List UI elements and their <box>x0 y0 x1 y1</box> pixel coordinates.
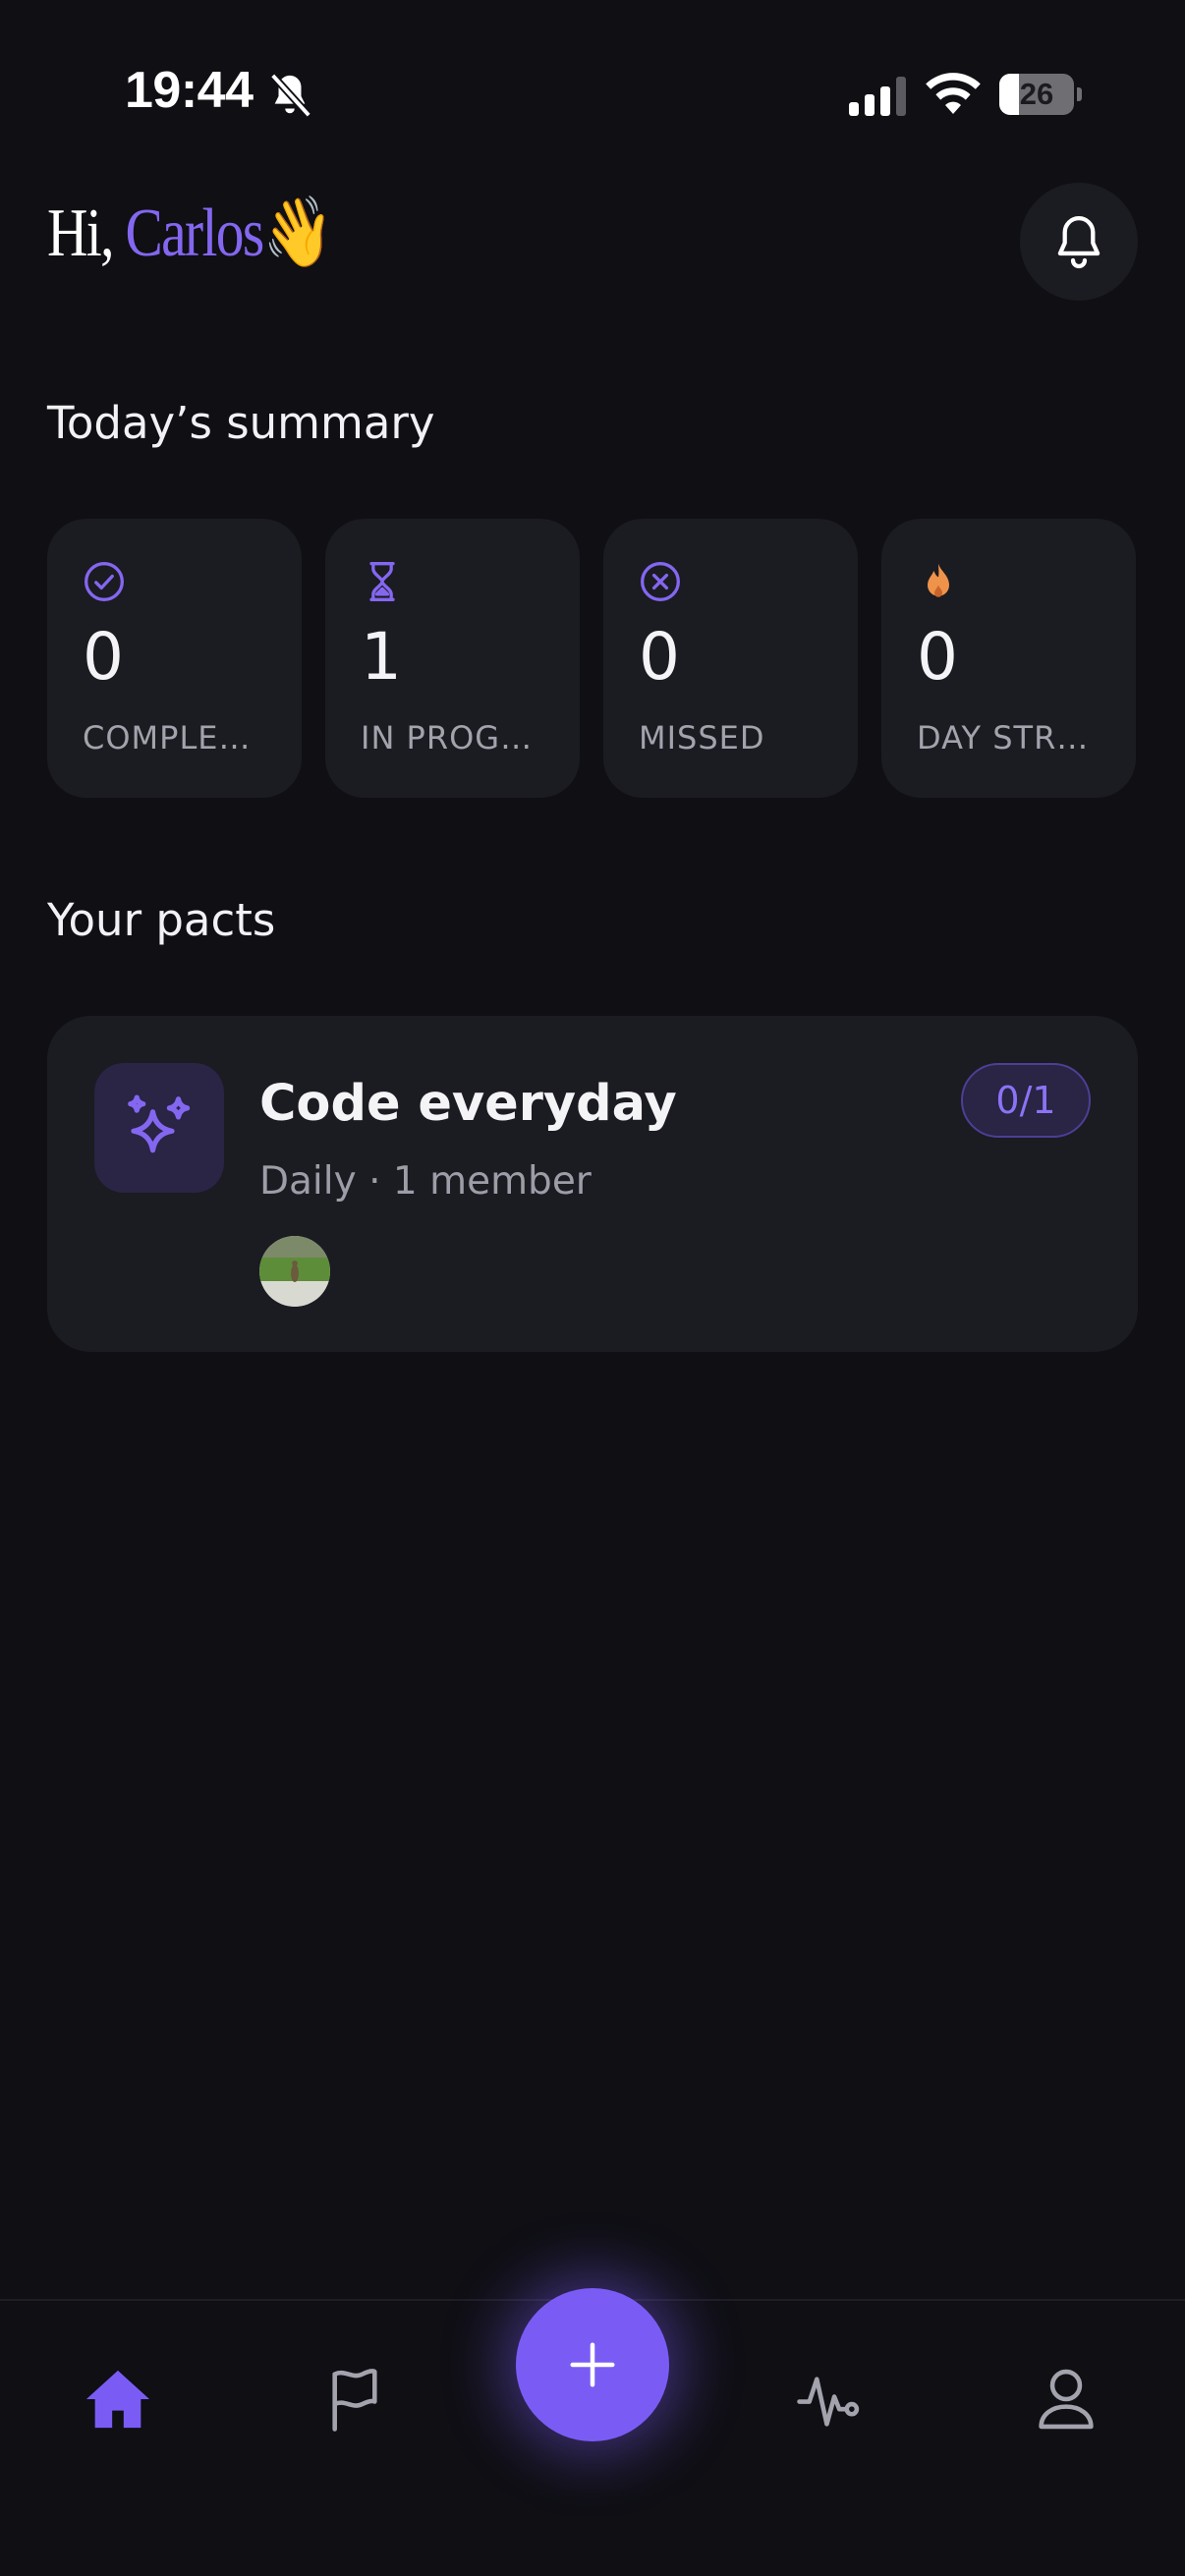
add-icon <box>570 2342 615 2387</box>
nav-profile[interactable] <box>1027 2360 1105 2438</box>
stat-label: COMPLE… <box>83 719 252 756</box>
stat-value: 1 <box>361 619 402 695</box>
stat-value: 0 <box>639 619 680 695</box>
pact-progress-badge: 0/1 <box>961 1063 1091 1138</box>
pacts-title: Your pacts <box>47 894 276 946</box>
hourglass-icon <box>369 562 395 601</box>
greeting: Hi, Carlos👋 <box>47 193 333 273</box>
sparkles-icon <box>128 1094 191 1153</box>
stat-card-missed: 0 MISSED <box>603 519 858 798</box>
stat-value: 0 <box>917 619 958 695</box>
stat-card-day-streak: 0 DAY STR… <box>881 519 1136 798</box>
add-pact-button[interactable] <box>516 2288 669 2441</box>
flag-icon <box>332 2369 377 2432</box>
wifi-icon <box>926 73 981 114</box>
bell-slash-icon <box>269 73 312 118</box>
cellular-signal-icon <box>849 77 906 116</box>
status-time: 19:44 <box>125 62 254 119</box>
stat-value: 0 <box>83 619 124 695</box>
battery-indicator: 26 <box>999 74 1074 115</box>
home-icon <box>85 2370 150 2429</box>
flame-icon <box>928 563 949 597</box>
check-circle-icon <box>85 562 124 601</box>
pact-meta: Daily · 1 member <box>259 1159 592 1204</box>
stat-label: MISSED <box>639 719 765 756</box>
member-avatar <box>259 1236 330 1307</box>
stat-card-completed: 0 COMPLE… <box>47 519 302 798</box>
stat-label: DAY STR… <box>917 719 1090 756</box>
x-circle-icon <box>641 562 680 601</box>
pact-icon-container <box>94 1063 224 1193</box>
home-screen: 19:44 26 Hi, Carlos👋 Today’s summary 0 C… <box>0 0 1185 2576</box>
activity-icon <box>797 2377 860 2427</box>
stat-label: IN PROG… <box>361 719 534 756</box>
pact-title: Code everyday <box>259 1075 677 1133</box>
profile-icon <box>1039 2369 1094 2430</box>
notifications-button[interactable] <box>1020 183 1138 301</box>
pact-card[interactable]: Code everyday Daily · 1 member 0/1 <box>47 1016 1138 1352</box>
greeting-prefix: Hi, <box>47 196 126 271</box>
wave-emoji: 👋 <box>262 196 333 271</box>
bell-icon <box>1057 216 1100 269</box>
user-name: Carlos <box>125 196 265 271</box>
nav-pacts[interactable] <box>315 2360 394 2438</box>
stat-card-in-progress: 1 IN PROG… <box>325 519 580 798</box>
summary-title: Today’s summary <box>47 397 435 449</box>
nav-home[interactable] <box>79 2360 157 2438</box>
nav-activity[interactable] <box>790 2360 869 2438</box>
battery-level: 26 <box>1019 77 1054 111</box>
